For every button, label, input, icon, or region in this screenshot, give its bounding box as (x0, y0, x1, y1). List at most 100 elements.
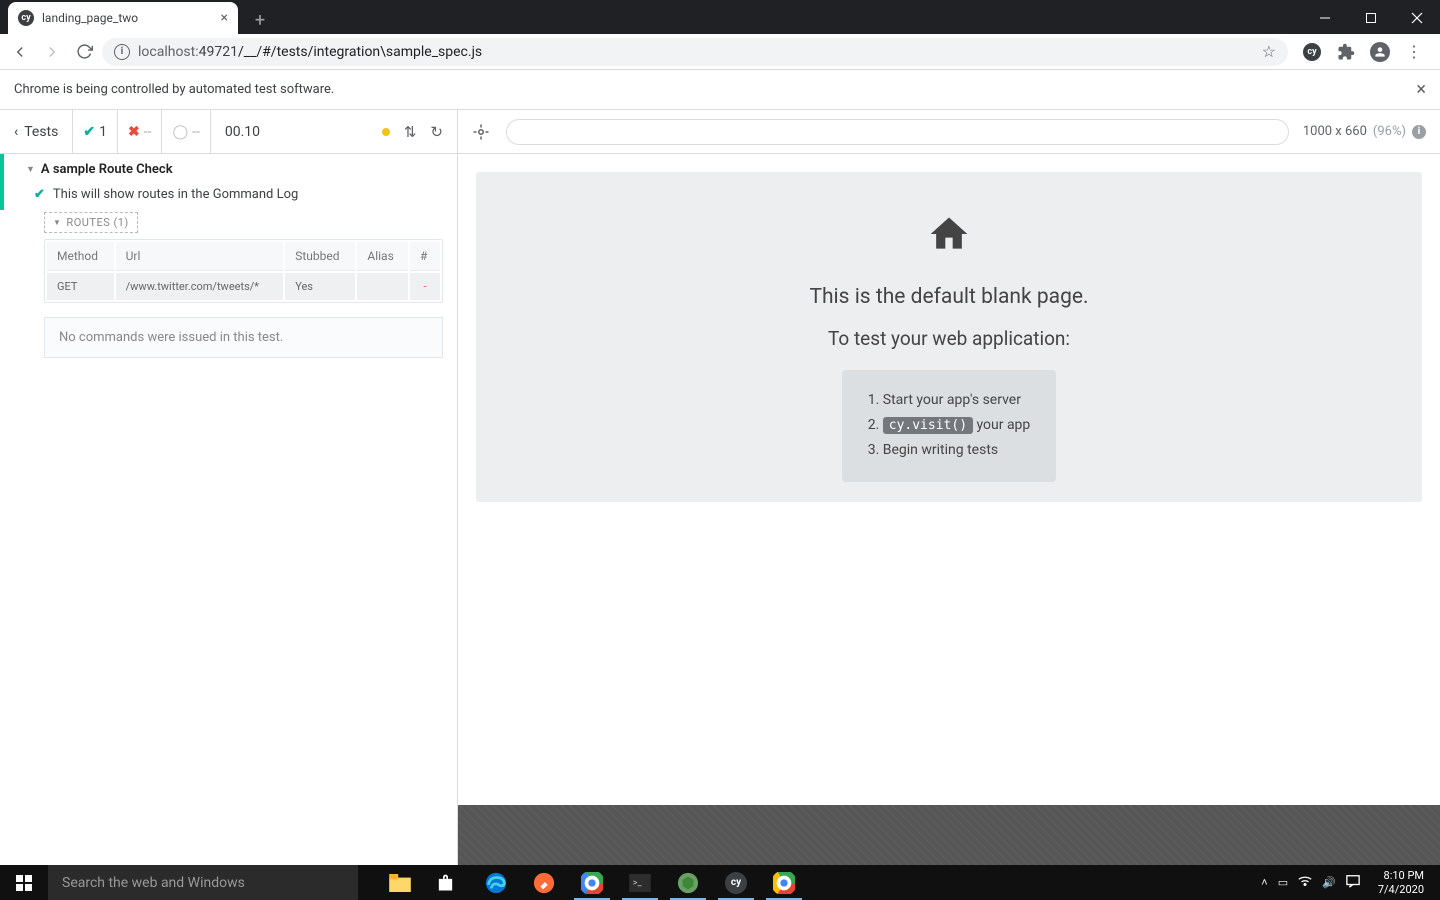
auto-scroll-icon[interactable]: ⇅ (404, 123, 417, 141)
back-button[interactable] (6, 38, 34, 66)
routes-label: ROUTES (1) (66, 216, 128, 229)
test-duration: 00.10 (211, 124, 274, 140)
table-row[interactable]: GET /www.twitter.com/tweets/* Yes - (47, 273, 440, 300)
stat-pending: ◯-- (162, 110, 210, 153)
clock-date: 7/4/2020 (1378, 883, 1424, 896)
search-placeholder: Search the web and Windows (62, 875, 245, 891)
system-tray: ˄ ▭ 🔊 8:10 PM 7/4/2020 (1253, 869, 1440, 895)
edge-icon[interactable] (472, 865, 520, 900)
test-body: ▼ A sample Route Check ✔ This will show … (0, 154, 457, 358)
file-explorer-icon[interactable] (376, 865, 424, 900)
th-url: Url (116, 242, 284, 271)
td-method: GET (47, 273, 114, 300)
forward-button[interactable] (38, 38, 66, 66)
steps-box: 1. Start your app's server 2. cy.visit()… (842, 370, 1057, 482)
stat-passed: ✔1 (73, 110, 118, 153)
blank-page-subtitle: To test your web application: (828, 327, 1070, 350)
chrome-icon-2[interactable] (760, 865, 808, 900)
browser-tab-bar: cy landing_page_two × + (0, 0, 1440, 34)
describe-block[interactable]: ▼ A sample Route Check (0, 154, 457, 183)
home-icon (925, 212, 973, 267)
command-log-header: ‹ Tests ✔1 ✖-- ◯-- 00.10 ⇅ ↻ (0, 110, 457, 154)
tab-title: landing_page_two (42, 11, 138, 25)
caret-down-icon: ▼ (26, 164, 35, 175)
header-right-controls: ⇅ ↻ (368, 123, 457, 141)
rerun-button[interactable]: ↻ (430, 123, 443, 141)
th-method: Method (47, 242, 114, 271)
window-controls (1302, 2, 1440, 34)
url-bar[interactable]: i localhost:49721/__/#/tests/integration… (102, 38, 1288, 66)
action-center-icon[interactable] (1346, 874, 1360, 891)
viewport-dimensions: 1000 x 660 (1303, 124, 1367, 139)
reload-button[interactable] (70, 38, 98, 66)
aut-url-input[interactable] (506, 119, 1289, 145)
taskbar-clock[interactable]: 8:10 PM 7/4/2020 (1370, 869, 1432, 895)
th-hash: # (410, 242, 440, 271)
battery-icon[interactable]: ▭ (1278, 876, 1288, 889)
svg-text:>_: >_ (633, 878, 643, 888)
profile-avatar-icon[interactable] (1364, 38, 1396, 66)
tests-label: Tests (24, 124, 58, 140)
x-icon: ✖ (128, 124, 140, 140)
selector-playground-button[interactable] (472, 123, 492, 141)
step-2: 2. cy.visit() your app (868, 413, 1031, 438)
chevron-left-icon: ‹ (14, 124, 18, 140)
tests-back-button[interactable]: ‹ Tests (0, 110, 73, 153)
extensions-icon[interactable] (1330, 38, 1362, 66)
browser-nav-bar: i localhost:49721/__/#/tests/integration… (0, 34, 1440, 70)
blank-page: This is the default blank page. To test … (476, 172, 1422, 502)
info-bar-close-button[interactable]: × (1416, 79, 1426, 100)
th-alias: Alias (357, 242, 408, 271)
cypress-extension-icon[interactable]: cy (1296, 38, 1328, 66)
chrome-icon[interactable] (568, 865, 616, 900)
aut-panel: 1000 x 660 (96%) i This is the default b… (458, 110, 1440, 865)
cypress-app-icon[interactable]: cy (712, 865, 760, 900)
th-stubbed: Stubbed (285, 242, 355, 271)
tab-close-button[interactable]: × (221, 10, 228, 26)
td-alias (357, 273, 408, 300)
viewport-info[interactable]: 1000 x 660 (96%) i (1303, 124, 1426, 139)
store-icon[interactable] (424, 865, 472, 900)
step-1: 1. Start your app's server (868, 388, 1031, 413)
describe-title: A sample Route Check (41, 162, 173, 177)
aut-body: This is the default blank page. To test … (458, 154, 1440, 805)
browser-toolbar-icons: cy ⋮ (1292, 38, 1434, 66)
routes-badge[interactable]: ▼ ROUTES (1) (44, 212, 138, 233)
viewport-scale: (96%) (1373, 124, 1406, 139)
terminal-icon[interactable]: >_ (616, 865, 664, 900)
postman-icon[interactable] (520, 865, 568, 900)
step-3: 3. Begin writing tests (868, 438, 1031, 463)
check-icon: ✔ (83, 124, 95, 140)
it-block[interactable]: ✔ This will show routes in the Gommand L… (0, 183, 457, 210)
start-button[interactable] (0, 865, 48, 900)
stat-failed: ✖-- (118, 110, 162, 153)
td-url: /www.twitter.com/tweets/* (116, 273, 284, 300)
taskbar-search[interactable]: Search the web and Windows (48, 865, 358, 900)
snapshot-indicator-icon (382, 128, 390, 136)
bookmark-star-icon[interactable]: ☆ (1262, 42, 1276, 61)
cypress-app: ‹ Tests ✔1 ✖-- ◯-- 00.10 ⇅ ↻ ▼ A sample … (0, 110, 1440, 865)
node-icon[interactable] (664, 865, 712, 900)
new-tab-button[interactable]: + (246, 6, 274, 34)
site-info-icon[interactable]: i (114, 44, 130, 60)
tray-chevron-up-icon[interactable]: ˄ (1261, 876, 1267, 889)
info-icon: i (1412, 125, 1426, 139)
volume-icon[interactable]: 🔊 (1322, 876, 1336, 889)
check-icon: ✔ (34, 187, 45, 202)
caret-down-icon: ▼ (53, 218, 61, 227)
td-hash: - (410, 273, 440, 300)
aut-footer (458, 805, 1440, 865)
browser-tab[interactable]: cy landing_page_two × (8, 2, 238, 34)
aut-header: 1000 x 660 (96%) i (458, 110, 1440, 154)
wifi-icon[interactable] (1298, 875, 1312, 890)
automation-info-text: Chrome is being controlled by automated … (14, 82, 334, 97)
circle-icon: ◯ (172, 124, 188, 140)
browser-menu-icon[interactable]: ⋮ (1398, 38, 1430, 66)
url-text: localhost:49721/__/#/tests/integration\s… (138, 44, 482, 60)
close-window-button[interactable] (1394, 2, 1440, 34)
minimize-button[interactable] (1302, 2, 1348, 34)
cypress-favicon-icon: cy (18, 10, 34, 26)
maximize-button[interactable] (1348, 2, 1394, 34)
no-commands-message: No commands were issued in this test. (44, 317, 443, 358)
it-title: This will show routes in the Gommand Log (53, 187, 298, 202)
